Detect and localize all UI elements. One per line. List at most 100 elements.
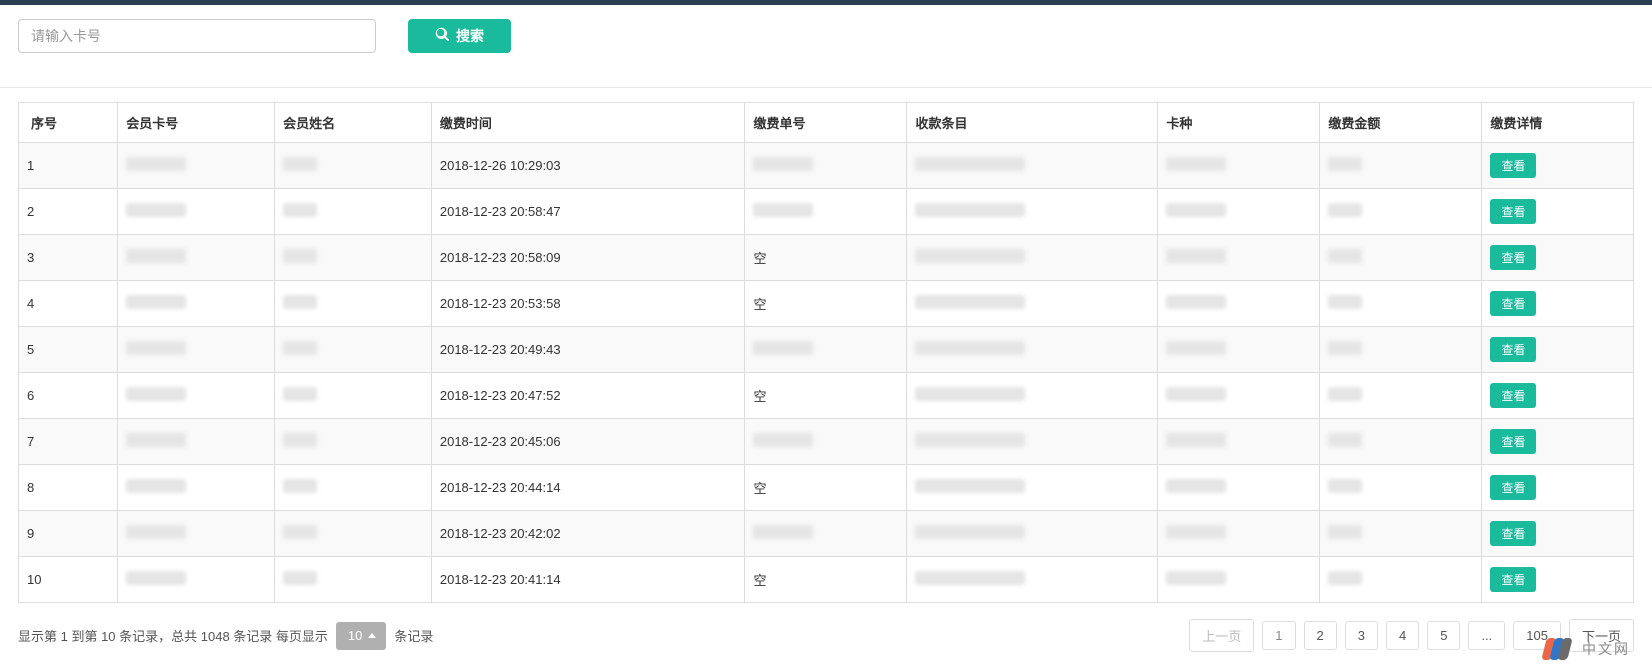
redacted-value bbox=[283, 341, 317, 355]
cell-action: 查看 bbox=[1482, 511, 1634, 557]
cell-pay-item bbox=[907, 465, 1158, 511]
th-amount[interactable]: 缴费金额 bbox=[1320, 103, 1482, 143]
cell-index: 9 bbox=[19, 511, 118, 557]
redacted-value bbox=[283, 203, 317, 217]
th-card-type[interactable]: 卡种 bbox=[1158, 103, 1320, 143]
cell-amount bbox=[1320, 143, 1482, 189]
redacted-value bbox=[1328, 433, 1362, 447]
redacted-value bbox=[126, 571, 186, 585]
cell-card-no bbox=[118, 465, 275, 511]
table-row: 32018-12-23 20:58:09空查看 bbox=[19, 235, 1634, 281]
pagination-page-5[interactable]: 5 bbox=[1427, 621, 1460, 650]
cell-card-no bbox=[118, 189, 275, 235]
redacted-value bbox=[283, 387, 317, 401]
th-action[interactable]: 缴费详情 bbox=[1482, 103, 1634, 143]
cell-member-name bbox=[275, 327, 432, 373]
cell-text: 空 bbox=[753, 297, 766, 312]
search-button[interactable]: 搜索 bbox=[408, 19, 511, 53]
pagination-page-1[interactable]: 1 bbox=[1262, 621, 1295, 650]
cell-card-no bbox=[118, 419, 275, 465]
cell-pay-item bbox=[907, 189, 1158, 235]
cell-card-no bbox=[118, 327, 275, 373]
cell-amount bbox=[1320, 327, 1482, 373]
redacted-value bbox=[1328, 203, 1362, 217]
redacted-value bbox=[1328, 571, 1362, 585]
cell-amount bbox=[1320, 373, 1482, 419]
table-body: 12018-12-26 10:29:03查看22018-12-23 20:58:… bbox=[19, 143, 1634, 603]
pagination-page-4[interactable]: 4 bbox=[1386, 621, 1419, 650]
redacted-value bbox=[753, 157, 813, 171]
table-row: 102018-12-23 20:41:14空查看 bbox=[19, 557, 1634, 603]
cell-card-type bbox=[1158, 235, 1320, 281]
pagination-page-...[interactable]: ... bbox=[1468, 621, 1505, 650]
redacted-value bbox=[915, 525, 1025, 539]
cell-text: 空 bbox=[753, 389, 766, 404]
card-number-input[interactable] bbox=[18, 19, 376, 53]
redacted-value bbox=[915, 203, 1025, 217]
records-table: 序号 会员卡号 会员姓名 缴费时间 缴费单号 收款条目 卡种 缴费金额 缴费详情… bbox=[18, 102, 1634, 603]
cell-text: 2018-12-23 20:58:09 bbox=[440, 250, 561, 265]
redacted-value bbox=[283, 525, 317, 539]
redacted-value bbox=[753, 433, 813, 447]
cell-pay-time: 2018-12-23 20:45:06 bbox=[431, 419, 745, 465]
redacted-value bbox=[283, 571, 317, 585]
view-button[interactable]: 查看 bbox=[1490, 521, 1536, 546]
th-member-name[interactable]: 会员姓名 bbox=[275, 103, 432, 143]
cell-pay-item bbox=[907, 557, 1158, 603]
th-index[interactable]: 序号 bbox=[19, 103, 118, 143]
redacted-value bbox=[126, 525, 186, 539]
redacted-value bbox=[1166, 479, 1226, 493]
view-button[interactable]: 查看 bbox=[1490, 199, 1536, 224]
pagination-page-3[interactable]: 3 bbox=[1345, 621, 1378, 650]
view-button[interactable]: 查看 bbox=[1490, 291, 1536, 316]
redacted-value bbox=[1166, 571, 1226, 585]
cell-member-name bbox=[275, 511, 432, 557]
pagination-next-button[interactable]: 下一页 bbox=[1569, 619, 1634, 652]
th-pay-item[interactable]: 收款条目 bbox=[907, 103, 1158, 143]
cell-card-no bbox=[118, 235, 275, 281]
page-size-value: 10 bbox=[348, 628, 362, 643]
th-order-no[interactable]: 缴费单号 bbox=[745, 103, 907, 143]
redacted-value bbox=[753, 341, 813, 355]
cell-amount bbox=[1320, 235, 1482, 281]
view-button[interactable]: 查看 bbox=[1490, 383, 1536, 408]
cell-action: 查看 bbox=[1482, 281, 1634, 327]
redacted-value bbox=[126, 479, 186, 493]
redacted-value bbox=[283, 249, 317, 263]
view-button[interactable]: 查看 bbox=[1490, 337, 1536, 362]
footer-info-suffix: 条记录 bbox=[394, 626, 433, 645]
pagination-page-105[interactable]: 105 bbox=[1513, 621, 1561, 650]
view-button[interactable]: 查看 bbox=[1490, 567, 1536, 592]
cell-action: 查看 bbox=[1482, 143, 1634, 189]
cell-pay-item bbox=[907, 419, 1158, 465]
cell-order-no: 空 bbox=[745, 373, 907, 419]
cell-pay-time: 2018-12-23 20:49:43 bbox=[431, 327, 745, 373]
search-button-label: 搜索 bbox=[456, 26, 484, 46]
redacted-value bbox=[1166, 295, 1226, 309]
view-button[interactable]: 查看 bbox=[1490, 245, 1536, 270]
view-button[interactable]: 查看 bbox=[1490, 475, 1536, 500]
cell-pay-time: 2018-12-23 20:42:02 bbox=[431, 511, 745, 557]
pagination-prev-button[interactable]: 上一页 bbox=[1189, 619, 1254, 652]
cell-card-no bbox=[118, 557, 275, 603]
table-row: 12018-12-26 10:29:03查看 bbox=[19, 143, 1634, 189]
cell-text: 空 bbox=[753, 251, 766, 266]
cell-text: 空 bbox=[753, 481, 766, 496]
footer-info: 显示第 1 到第 10 条记录，总共 1048 条记录 每页显示 10 条记录 bbox=[18, 622, 433, 650]
redacted-value bbox=[915, 433, 1025, 447]
redacted-value bbox=[915, 295, 1025, 309]
cell-member-name bbox=[275, 557, 432, 603]
view-button[interactable]: 查看 bbox=[1490, 429, 1536, 454]
table-row: 42018-12-23 20:53:58空查看 bbox=[19, 281, 1634, 327]
view-button[interactable]: 查看 bbox=[1490, 153, 1536, 178]
cell-pay-time: 2018-12-23 20:47:52 bbox=[431, 373, 745, 419]
cell-card-type bbox=[1158, 327, 1320, 373]
th-card-no[interactable]: 会员卡号 bbox=[118, 103, 275, 143]
cell-card-type bbox=[1158, 465, 1320, 511]
th-pay-time[interactable]: 缴费时间 bbox=[431, 103, 745, 143]
redacted-value bbox=[1328, 249, 1362, 263]
pagination-page-2[interactable]: 2 bbox=[1304, 621, 1337, 650]
page-size-select[interactable]: 10 bbox=[336, 622, 386, 650]
redacted-value bbox=[1328, 479, 1362, 493]
cell-action: 查看 bbox=[1482, 465, 1634, 511]
